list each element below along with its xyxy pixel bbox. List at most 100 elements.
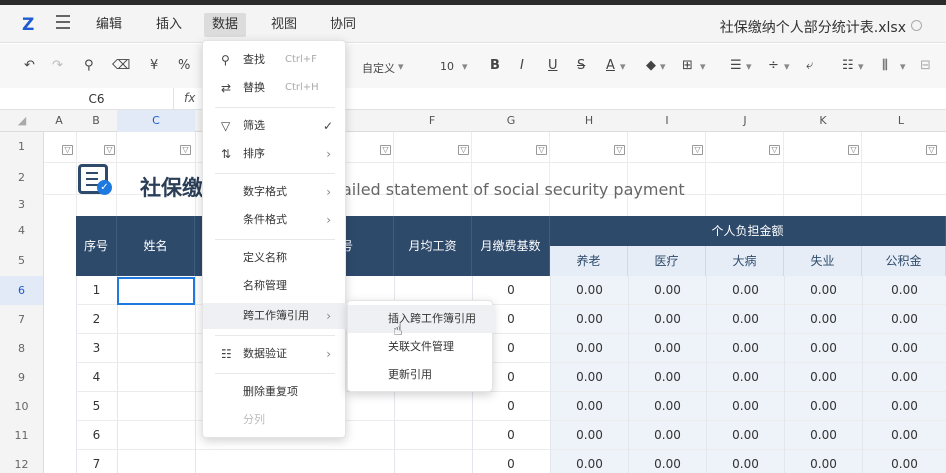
cell-amount[interactable]: 0.00 [785,276,862,305]
cell-amount[interactable]: 0.00 [629,334,706,363]
submenu-item-insert-ref[interactable]: 插入跨工作簿引用 [348,305,494,333]
active-cell-c6[interactable] [117,277,195,305]
menu-item-find[interactable]: ⚲ 查找 Ctrl+F [203,47,347,73]
align-chevron-icon[interactable]: ▾ [746,60,752,73]
row-header-8[interactable]: 8 [0,334,44,363]
filter-dropdown-icon[interactable]: ▽ [180,145,191,155]
row-header-7[interactable]: 7 [0,305,44,334]
fill-color-chevron-icon[interactable]: ▾ [660,60,666,73]
merge-icon[interactable]: ☷ [842,58,854,73]
cell-amount[interactable]: 0.00 [707,450,784,473]
cell-amount[interactable]: 0.00 [707,363,784,392]
cell-amount[interactable]: 0.00 [785,334,862,363]
menu-item-replace[interactable]: ⇄ 替换 Ctrl+H [203,75,347,101]
freeze-icon[interactable]: ⫼ [882,58,888,73]
cell-base[interactable]: 0 [472,392,550,421]
number-format-select[interactable]: 自定义 [362,60,395,76]
menu-item-conditional-format[interactable]: 条件格式 › [203,207,347,233]
font-size-chevron-icon[interactable]: ▾ [462,60,468,73]
cell-amount[interactable]: 0.00 [707,334,784,363]
cell-base[interactable]: 0 [472,450,550,473]
menu-item-number-format[interactable]: 数字格式 › [203,179,347,205]
row-header-1[interactable]: 1 [0,132,44,162]
border-icon[interactable]: ⊞ [682,58,693,73]
fill-color-icon[interactable]: ◆ [646,58,656,73]
hamburger-menu-icon[interactable] [56,15,70,29]
menu-item-filter[interactable]: ▽ 筛选 ✓ [203,113,347,139]
cell-amount[interactable]: 0.00 [629,450,706,473]
menu-collab[interactable]: 协同 [322,13,364,37]
cell-amount[interactable]: 0.00 [629,421,706,450]
cell-seq[interactable]: 4 [76,363,117,392]
row-header-10[interactable]: 10 [0,392,44,421]
filter-dropdown-icon[interactable]: ▽ [692,145,703,155]
menu-item-name-manager[interactable]: 名称管理 [203,273,347,299]
wrap-text-icon[interactable]: ⤶ [806,58,813,73]
cell-amount[interactable]: 0.00 [629,363,706,392]
row-header-12[interactable]: 12 [0,450,44,473]
cell-name[interactable] [117,305,195,334]
cell-amount[interactable]: 0.00 [785,305,862,334]
filter-dropdown-icon[interactable]: ▽ [380,145,391,155]
select-all-corner[interactable]: ◢ [0,110,44,132]
cell-avg-salary[interactable] [394,421,472,450]
font-color-button[interactable]: A [606,58,615,73]
cell-amount[interactable]: 0.00 [551,276,628,305]
cell-avg-salary[interactable] [394,450,472,473]
cell-amount[interactable]: 0.00 [785,421,862,450]
col-header-g[interactable]: G [472,110,550,132]
col-header-i[interactable]: I [628,110,706,132]
cell-amount[interactable]: 0.00 [629,305,706,334]
cell-amount[interactable]: 0.00 [707,392,784,421]
cell-seq[interactable]: 6 [76,421,117,450]
menu-edit[interactable]: 编辑 [88,13,130,37]
cell-avg-salary[interactable] [394,392,472,421]
merge-chevron-icon[interactable]: ▾ [858,60,864,73]
underline-button[interactable]: U [548,58,558,73]
filter-dropdown-icon[interactable]: ▽ [62,145,73,155]
col-header-h[interactable]: H [550,110,628,132]
valign-chevron-icon[interactable]: ▾ [784,60,790,73]
cell-amount[interactable]: 0.00 [785,363,862,392]
cell-amount[interactable]: 0.00 [551,334,628,363]
cell-amount[interactable]: 0.00 [863,334,946,363]
cell-amount[interactable]: 0.00 [785,450,862,473]
border-chevron-icon[interactable]: ▾ [700,60,706,73]
format-chevron-icon[interactable]: ▾ [398,60,404,73]
cell-amount[interactable]: 0.00 [863,392,946,421]
filter-dropdown-icon[interactable]: ▽ [104,145,115,155]
cell-amount[interactable]: 0.00 [707,421,784,450]
italic-button[interactable]: I [520,58,524,73]
row-header-4[interactable]: 4 [0,216,44,246]
cell-amount[interactable]: 0.00 [863,421,946,450]
cell-seq[interactable]: 1 [76,276,117,305]
cell-amount[interactable]: 0.00 [629,392,706,421]
col-header-j[interactable]: J [706,110,784,132]
cell-amount[interactable]: 0.00 [707,276,784,305]
cell-id-number[interactable] [195,450,394,473]
cell-seq[interactable]: 2 [76,305,117,334]
menu-item-split-column[interactable]: 分列 [203,407,347,433]
cell-amount[interactable]: 0.00 [707,305,784,334]
bold-button[interactable]: B [490,58,500,73]
valign-icon[interactable]: ÷ [768,58,779,73]
filter-dropdown-icon[interactable]: ▽ [848,145,859,155]
cell-base[interactable]: 0 [472,421,550,450]
cell-seq[interactable]: 7 [76,450,117,473]
cell-amount[interactable]: 0.00 [551,421,628,450]
menu-item-cross-workbook-ref[interactable]: 跨工作簿引用 › [203,303,347,329]
menu-view[interactable]: 视图 [263,13,305,37]
filter-dropdown-icon[interactable]: ▽ [458,145,469,155]
cell-name[interactable] [117,392,195,421]
filter-dropdown-icon[interactable]: ▽ [769,145,780,155]
row-header-11[interactable]: 11 [0,421,44,450]
format-painter-icon[interactable]: ⚲ [84,58,94,73]
row-header-6[interactable]: 6 [0,276,44,305]
strikethrough-button[interactable]: S [577,58,585,73]
col-header-f[interactable]: F [394,110,470,132]
cell-name[interactable] [117,334,195,363]
row-header-3[interactable]: 3 [0,194,44,216]
row-header-9[interactable]: 9 [0,363,44,392]
cell-amount[interactable]: 0.00 [863,276,946,305]
currency-button[interactable]: ¥ [150,58,158,73]
